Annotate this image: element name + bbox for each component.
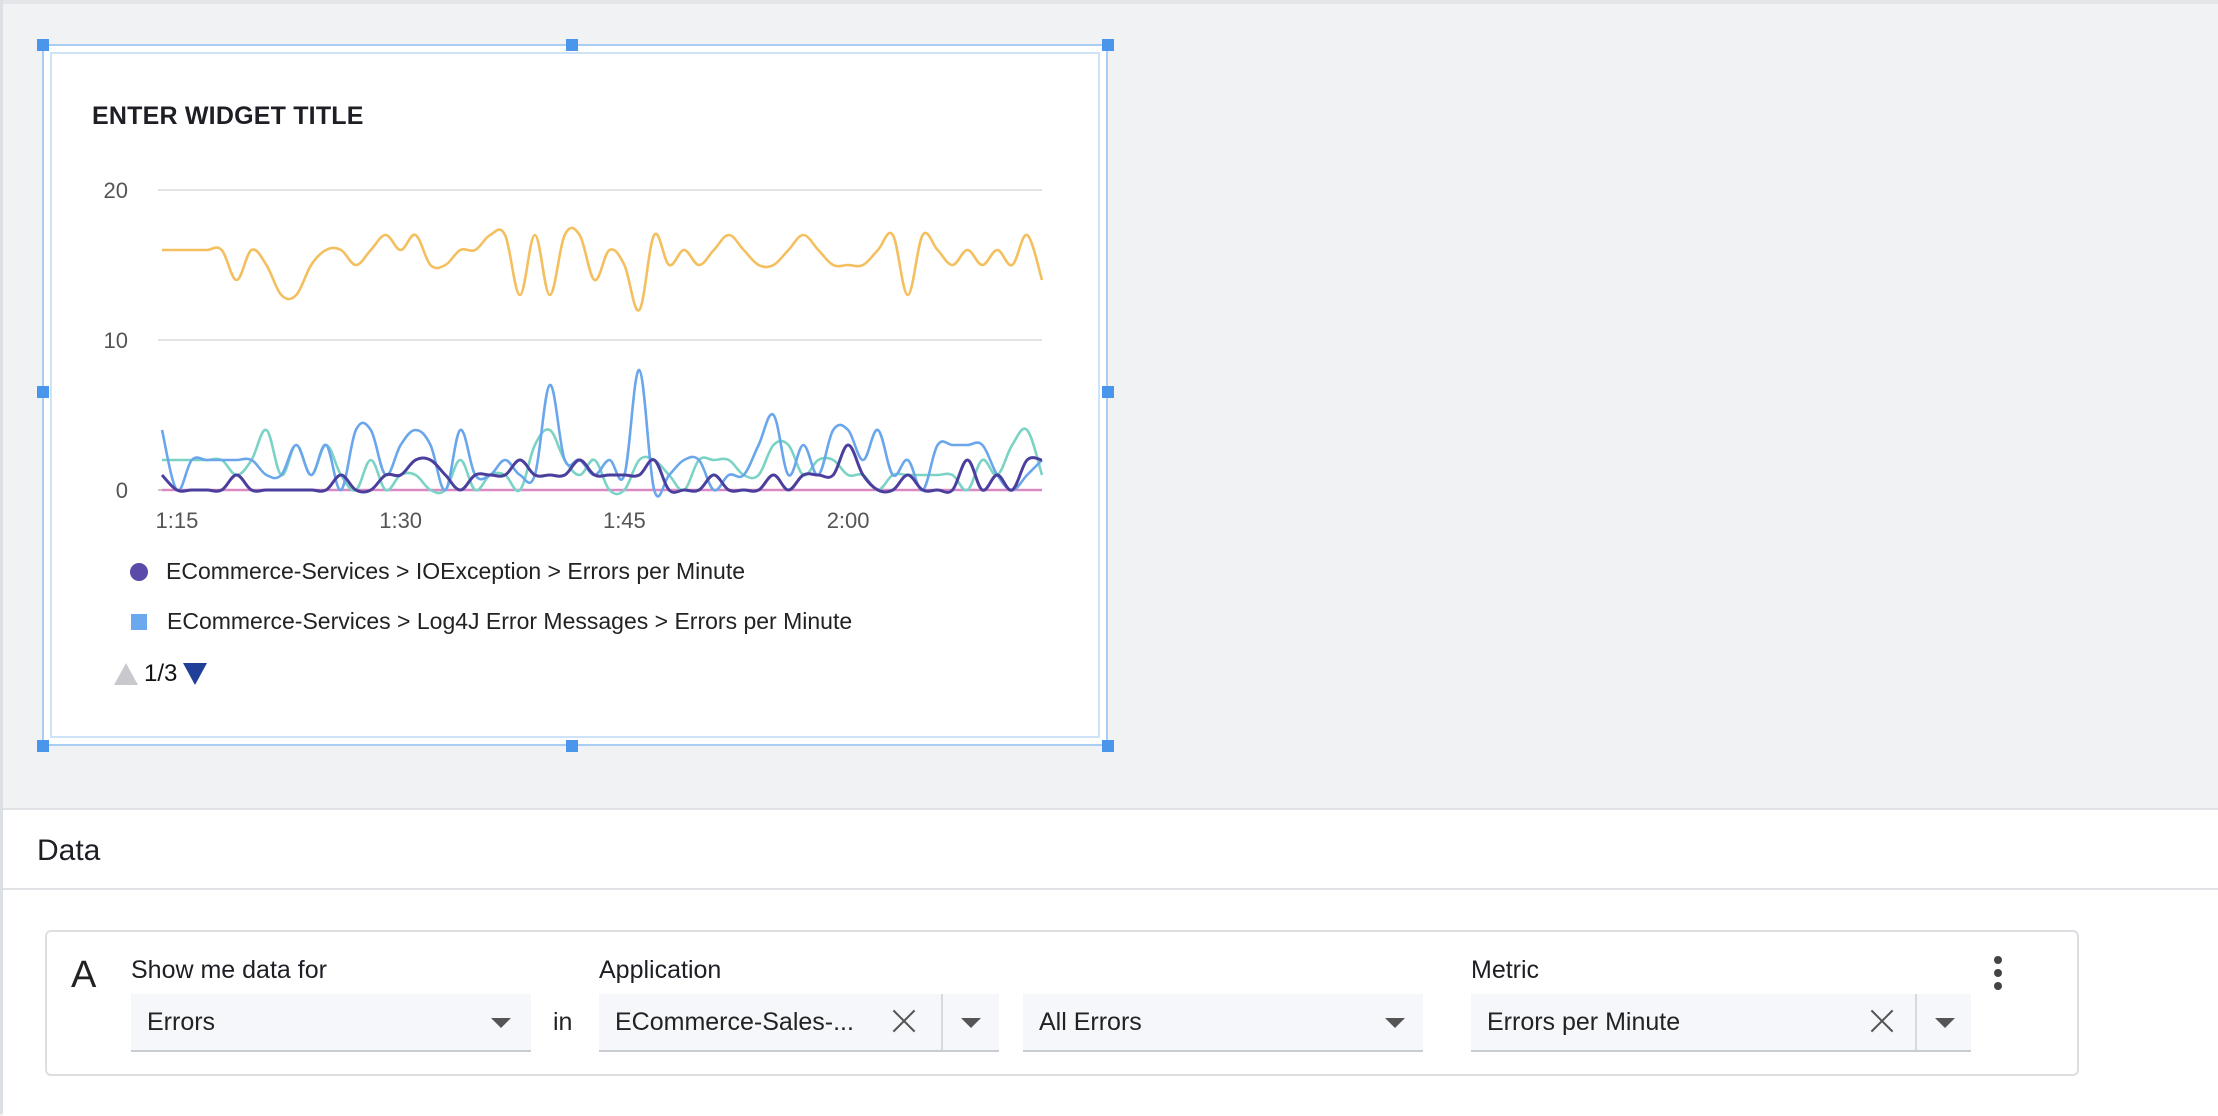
errors-select[interactable]: All Errors xyxy=(1023,994,1423,1052)
show-me-value: Errors xyxy=(147,1008,216,1036)
legend-pager: 1/3 xyxy=(114,660,208,688)
y-tick-label: 10 xyxy=(104,328,128,353)
legend-circle-icon xyxy=(130,562,148,581)
legend-item-ioexception[interactable]: ECommerce-Services > IOException > Error… xyxy=(130,558,745,585)
application-value: ECommerce-Sales-... xyxy=(615,1008,854,1036)
metric-label: Metric xyxy=(1471,956,1540,984)
application-label: Application xyxy=(599,956,722,984)
show-me-select[interactable]: Errors xyxy=(131,994,531,1052)
legend-item-log4j[interactable]: ECommerce-Services > Log4J Error Message… xyxy=(130,608,852,635)
errors-value: All Errors xyxy=(1039,1008,1142,1036)
x-tick-label: 2:00 xyxy=(827,508,870,533)
in-label: in xyxy=(553,1008,573,1036)
chevron-down-icon[interactable] xyxy=(961,1018,981,1028)
series-line xyxy=(161,226,1044,312)
x-tick-label: 1:45 xyxy=(603,508,646,533)
metric-value: Errors per Minute xyxy=(1487,1008,1681,1036)
more-options-icon[interactable] xyxy=(1993,956,2003,996)
legend-label: ECommerce-Services > Log4J Error Message… xyxy=(167,608,853,634)
select-divider xyxy=(941,994,943,1050)
x-tick-label: 1:15 xyxy=(156,508,199,533)
legend-square-icon xyxy=(131,613,147,630)
clear-icon[interactable] xyxy=(891,1008,917,1034)
data-panel-header: Data xyxy=(3,810,2218,890)
triangle-up-icon[interactable] xyxy=(114,663,138,685)
y-tick-label: 20 xyxy=(104,178,128,203)
select-divider xyxy=(1915,994,1917,1050)
query-letter: A xyxy=(71,954,97,996)
chevron-down-icon[interactable] xyxy=(1935,1018,1955,1028)
application-select[interactable]: ECommerce-Sales-... xyxy=(599,994,999,1052)
pager-text: 1/3 xyxy=(144,660,178,687)
show-me-label: Show me data for xyxy=(131,956,327,984)
x-tick-label: 1:30 xyxy=(379,508,422,533)
data-panel-title: Data xyxy=(37,834,101,867)
data-panel: Data A Show me data for Errors in Applic… xyxy=(3,808,2218,1116)
chevron-down-icon xyxy=(1385,1018,1405,1028)
triangle-down-icon[interactable] xyxy=(183,663,208,685)
chevron-down-icon xyxy=(491,1018,511,1028)
query-card: A Show me data for Errors in Application… xyxy=(45,930,2079,1076)
clear-icon[interactable] xyxy=(1869,1008,1895,1034)
y-tick-label: 0 xyxy=(116,478,128,503)
legend-label: ECommerce-Services > IOException > Error… xyxy=(166,558,746,584)
metric-select[interactable]: Errors per Minute xyxy=(1471,994,1971,1052)
